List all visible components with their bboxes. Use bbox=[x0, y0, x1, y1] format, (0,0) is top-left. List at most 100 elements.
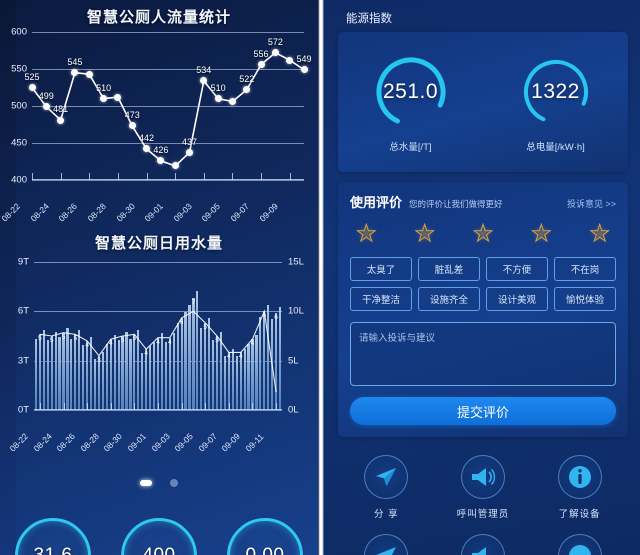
gauge-electric[interactable]: 1322 总电量[/kW·h] bbox=[516, 52, 596, 153]
x-axis-tick-label: 09-09 bbox=[219, 431, 243, 454]
action-call-admin-circle[interactable] bbox=[460, 455, 505, 499]
feedback-tag[interactable]: 愉悦体验 bbox=[554, 287, 616, 311]
traffic-line-chart[interactable]: 智慧公厕人流量统计 400 450 500 550 600 525 499 481 545 510… bbox=[0, 0, 318, 224]
star-5[interactable]: ★ bbox=[589, 220, 611, 247]
action-partial-1-circle[interactable] bbox=[364, 534, 409, 555]
y-axis-tick: 600 bbox=[11, 26, 27, 38]
y-axis-tick-right: 0L bbox=[288, 404, 299, 416]
energy-gauges-card: 251.0 总水量[/T] 1322 总电量[/kW·h] bbox=[338, 32, 628, 172]
star-rating[interactable]: ★ ★ ★ ★ ★ bbox=[350, 211, 616, 251]
data-point[interactable] bbox=[257, 61, 265, 69]
info-icon bbox=[568, 545, 591, 555]
gauge-water-value: 251.0 bbox=[382, 79, 439, 103]
x-axis-tick-label: 09-03 bbox=[171, 201, 194, 224]
action-row: 分 享 呼叫管理员 了解设备 bbox=[338, 455, 628, 520]
water-bar-chart[interactable]: 智慧公厕日用水量 0T 0L 3T 5L 6T 10L 9T 15L 5 5 5 5 4 3 4 5 5 4 4 4 6… bbox=[0, 222, 318, 454]
left-phone-panel: 智慧公厕人流量统计 400 450 500 550 600 525 499 481 545 510… bbox=[0, 0, 318, 555]
x-axis-tick-label: 08-30 bbox=[113, 201, 137, 224]
action-share-circle[interactable] bbox=[364, 455, 409, 499]
bottom-gauge-2[interactable]: 400 bbox=[121, 518, 197, 555]
complaint-textarea[interactable]: 请输入投诉与建议 bbox=[350, 322, 616, 386]
action-call-admin[interactable]: 呼叫管理员 bbox=[440, 455, 526, 520]
megaphone-icon bbox=[471, 547, 486, 555]
x-axis-tick-label: 09-05 bbox=[199, 201, 223, 224]
tag-row-2: 干净整洁 设施齐全 设计美观 愉悦体验 bbox=[350, 287, 616, 311]
x-axis-tick-label: 09-03 bbox=[149, 431, 172, 454]
feedback-tag[interactable]: 不在岗 bbox=[554, 257, 616, 281]
action-partial-3-circle[interactable] bbox=[557, 534, 602, 555]
action-partial-3[interactable] bbox=[537, 534, 623, 555]
action-device-info-circle[interactable] bbox=[557, 455, 602, 499]
x-axis-tick-mark bbox=[110, 403, 112, 410]
feedback-tag[interactable]: 设计美观 bbox=[486, 287, 548, 311]
pager-dot-2[interactable] bbox=[170, 478, 179, 487]
star-3[interactable]: ★ bbox=[472, 220, 494, 247]
action-partial-2[interactable] bbox=[440, 534, 526, 555]
gridline bbox=[34, 410, 282, 411]
star-2[interactable]: ★ bbox=[414, 220, 436, 247]
x-axis-tick-mark bbox=[158, 403, 159, 410]
data-point-label: 442 bbox=[139, 132, 155, 143]
data-point-label: 437 bbox=[181, 136, 197, 147]
right-phone-panel: 能源指数 251.0 总水量[/T] 1322 总电量[/kW·h] 使用评价 … bbox=[324, 0, 640, 555]
bottom-gauge-1[interactable]: 31.6 bbox=[15, 518, 91, 555]
data-point[interactable] bbox=[57, 116, 65, 124]
data-point[interactable] bbox=[85, 70, 93, 78]
data-point-label: 473 bbox=[124, 109, 140, 120]
complaint-link[interactable]: 投诉意见 >> bbox=[567, 197, 616, 210]
gridline bbox=[32, 180, 304, 181]
feedback-tag[interactable]: 太臭了 bbox=[350, 257, 412, 281]
bottom-gauge-value: 31.6 bbox=[34, 545, 73, 555]
rating-card: 使用评价 您的评价让我们做得更好 投诉意见 >> ★ ★ ★ ★ ★ 太臭了 脏乱差 不方便… bbox=[338, 182, 628, 437]
action-call-admin-label: 呼叫管理员 bbox=[456, 509, 510, 520]
data-point[interactable] bbox=[28, 84, 36, 91]
x-axis-tick-label: 08-26 bbox=[56, 201, 80, 224]
data-point-label: 556 bbox=[253, 48, 269, 59]
x-axis-tick-mark bbox=[175, 173, 177, 180]
x-axis-tick-mark bbox=[276, 403, 278, 410]
x-axis-tick-mark bbox=[181, 403, 183, 410]
data-point-label: 525 bbox=[24, 71, 40, 82]
gauge-electric-ring: 1322 bbox=[516, 52, 596, 132]
data-point[interactable] bbox=[286, 56, 294, 64]
rating-header: 使用评价 您的评价让我们做得更好 投诉意见 >> bbox=[350, 192, 616, 211]
action-share[interactable]: 分 享 bbox=[343, 455, 429, 520]
x-axis-tick-label: 08-30 bbox=[101, 431, 125, 454]
feedback-tag[interactable]: 不方便 bbox=[486, 257, 548, 281]
action-partial-2-circle[interactable] bbox=[460, 534, 505, 555]
action-partial-1[interactable] bbox=[343, 534, 429, 555]
x-axis-tick-mark bbox=[89, 173, 91, 180]
star-4[interactable]: ★ bbox=[531, 220, 553, 247]
pager-dot-active[interactable] bbox=[139, 479, 152, 486]
x-axis-tick-label: 09-05 bbox=[172, 431, 196, 454]
data-point-label: 510 bbox=[210, 82, 226, 93]
data-point[interactable] bbox=[214, 95, 222, 103]
feedback-tag[interactable]: 脏乱差 bbox=[418, 257, 480, 281]
y-axis-tick-left: 0T bbox=[17, 404, 29, 416]
x-axis-tick-label: 08-28 bbox=[78, 431, 101, 454]
feedback-tag[interactable]: 干净整洁 bbox=[350, 287, 412, 311]
data-point[interactable] bbox=[114, 93, 122, 101]
action-share-label: 分 享 bbox=[374, 509, 399, 520]
submit-rating-button[interactable]: 提交评价 bbox=[350, 397, 616, 425]
traffic-chart-title: 智慧公厕人流量统计 bbox=[86, 9, 231, 26]
data-point[interactable] bbox=[42, 103, 50, 111]
carousel-pagination[interactable] bbox=[0, 474, 318, 492]
x-axis-tick-label: 09-01 bbox=[142, 201, 166, 224]
feedback-tag[interactable]: 设施齐全 bbox=[418, 287, 480, 311]
gauge-water-ring: 251.0 bbox=[371, 52, 451, 132]
x-axis-tick-mark bbox=[232, 173, 234, 180]
action-device-info[interactable]: 了解设备 bbox=[537, 455, 623, 520]
data-point[interactable] bbox=[300, 66, 308, 74]
gauge-water[interactable]: 251.0 总水量[/T] bbox=[371, 52, 451, 153]
data-point-label: 522 bbox=[239, 73, 255, 84]
data-point-label: 534 bbox=[196, 64, 212, 75]
x-axis-tick-mark bbox=[228, 403, 230, 410]
x-axis-tick-label: 09-07 bbox=[228, 201, 251, 224]
data-point[interactable] bbox=[228, 98, 236, 106]
star-1[interactable]: ★ bbox=[356, 220, 378, 247]
y-axis-tick: 500 bbox=[11, 100, 27, 112]
rating-subtitle: 您的评价让我们做得更好 bbox=[409, 199, 503, 209]
energy-index-header: 能源指数 bbox=[346, 13, 392, 25]
bottom-gauge-3[interactable]: 0.00 bbox=[227, 518, 303, 555]
